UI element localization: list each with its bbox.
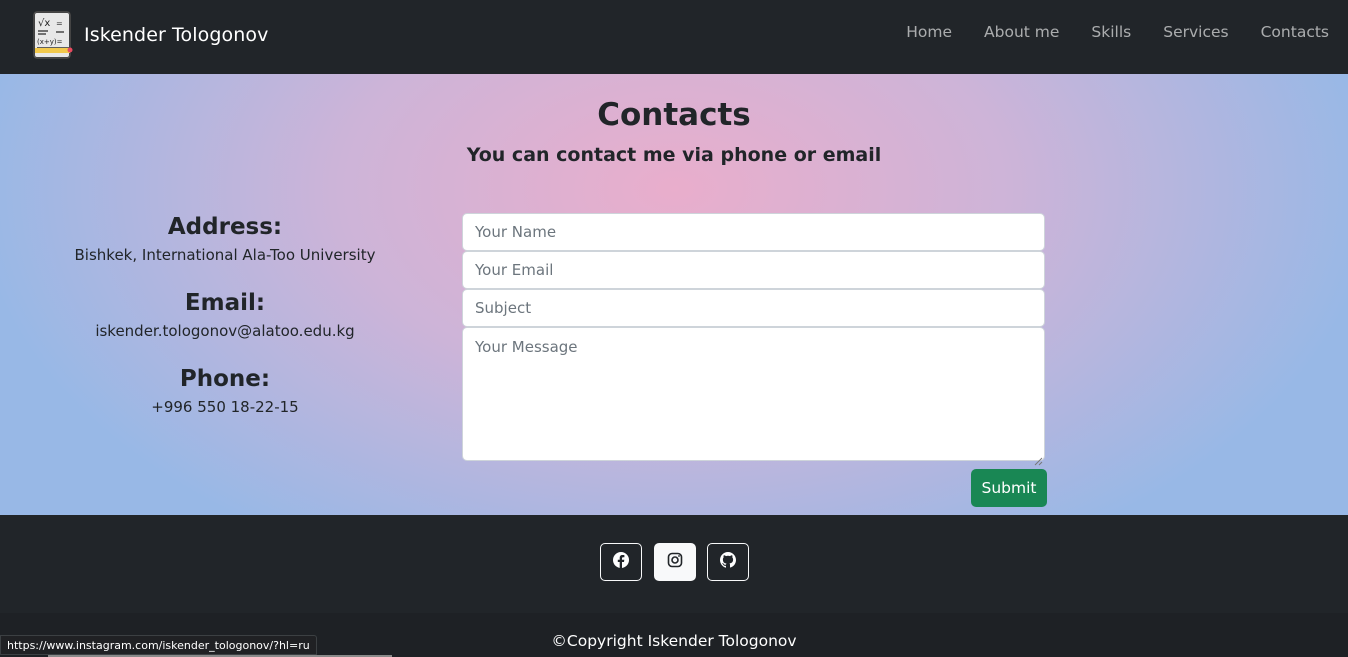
nav-link-services[interactable]: Services <box>1163 22 1228 42</box>
resize-grip-icon[interactable] <box>1034 451 1043 466</box>
brand-link[interactable]: √x = (x+y)= Iskender Tologonov <box>32 10 268 60</box>
address-label: Address: <box>167 214 283 240</box>
nav-link-home[interactable]: Home <box>906 22 952 42</box>
svg-text:(x+y)=: (x+y)= <box>37 38 63 46</box>
navbar: √x = (x+y)= Iskender Tologonov Home Abou… <box>0 0 1348 74</box>
subject-input[interactable] <box>462 289 1045 327</box>
name-input[interactable] <box>462 213 1045 251</box>
nav-link-skills[interactable]: Skills <box>1091 22 1131 42</box>
submit-button[interactable]: Submit <box>971 469 1047 507</box>
address-block: Address: Bishkek, International Ala-Too … <box>45 214 405 264</box>
instagram-button[interactable] <box>654 543 696 581</box>
instagram-icon <box>667 552 683 572</box>
nav-link-about[interactable]: About me <box>984 22 1059 42</box>
page-title: Contacts <box>597 97 751 133</box>
facebook-button[interactable] <box>600 543 642 581</box>
email-label: Email: <box>184 290 266 316</box>
math-notebook-logo-icon: √x = (x+y)= <box>32 10 74 60</box>
github-icon <box>720 552 736 572</box>
page-subtitle: You can contact me via phone or email <box>466 144 882 166</box>
footer-social <box>0 515 1348 613</box>
address-value: Bishkek, International Ala-Too Universit… <box>74 246 376 264</box>
svg-text:=: = <box>56 19 63 28</box>
nav-link-contacts[interactable]: Contacts <box>1261 22 1329 42</box>
status-bar-url: https://www.instagram.com/iskender_tolog… <box>0 635 317 655</box>
phone-label: Phone: <box>179 366 271 392</box>
nav-links: Home About me Skills Services Contacts <box>874 22 1329 42</box>
email-input[interactable] <box>462 251 1045 289</box>
github-button[interactable] <box>707 543 749 581</box>
email-value: iskender.tologonov@alatoo.edu.kg <box>95 322 355 340</box>
message-textarea[interactable] <box>462 327 1045 461</box>
svg-text:√x: √x <box>38 18 50 29</box>
contacts-section: Contacts You can contact me via phone or… <box>0 74 1348 515</box>
phone-value: +996 550 18-22-15 <box>151 398 299 416</box>
brand-name: Iskender Tologonov <box>84 24 269 46</box>
phone-block: Phone: +996 550 18-22-15 <box>45 366 405 416</box>
email-block: Email: iskender.tologonov@alatoo.edu.kg <box>45 290 405 340</box>
facebook-icon <box>613 552 629 572</box>
